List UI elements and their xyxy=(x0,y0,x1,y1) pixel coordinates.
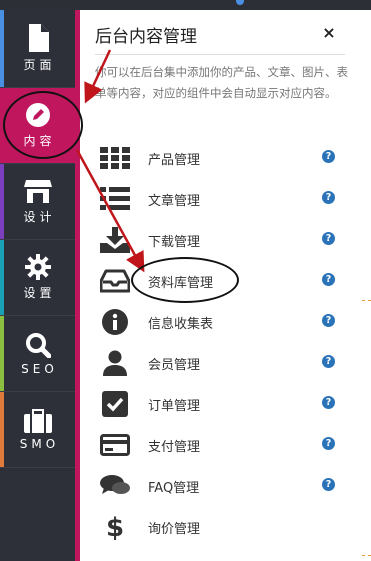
top-bar xyxy=(0,0,371,10)
sidebar-item-seo[interactable]: SEO xyxy=(0,316,75,392)
credit-card-icon xyxy=(100,431,130,459)
page-icon xyxy=(27,24,49,52)
help-icon[interactable]: ? xyxy=(322,478,335,491)
download-icon xyxy=(100,226,130,254)
help-icon[interactable]: ? xyxy=(322,437,335,450)
sidebar-item-design[interactable]: 设计 xyxy=(0,164,75,240)
info-icon xyxy=(100,308,130,336)
grid-icon xyxy=(100,144,130,172)
guide-line xyxy=(362,300,371,301)
sidebar-item-smo[interactable]: SMO xyxy=(0,392,75,468)
menu-item-articles[interactable]: 文章管理 ? xyxy=(80,179,362,220)
dollar-icon: $ xyxy=(100,513,130,541)
sidebar-item-label: SEO xyxy=(21,361,58,376)
highlight-ellipse xyxy=(131,257,239,303)
help-icon[interactable]: ? xyxy=(322,396,335,409)
sidebar-item-settings[interactable]: 设置 xyxy=(0,240,75,316)
menu-item-label: 会员管理 xyxy=(148,358,201,373)
help-icon[interactable]: ? xyxy=(322,314,335,327)
menu-item-label: 询价管理 xyxy=(148,522,201,537)
title-divider xyxy=(95,54,345,55)
checkbox-icon xyxy=(100,390,130,418)
help-icon[interactable]: ? xyxy=(322,273,335,286)
search-icon xyxy=(25,332,51,358)
help-icon[interactable]: ? xyxy=(322,232,335,245)
sidebar-item-page[interactable]: 页面 xyxy=(0,10,75,88)
highlight-ellipse xyxy=(3,91,83,159)
briefcase-icon xyxy=(23,408,52,433)
guide-line xyxy=(362,555,371,556)
menu-item-label: 订单管理 xyxy=(148,399,201,414)
panel-title: 后台内容管理 xyxy=(95,27,197,47)
page-scrollbar-track xyxy=(362,10,371,561)
menu-item-payments[interactable]: 支付管理 ? xyxy=(80,425,362,466)
sidebar-item-label: SMO xyxy=(19,436,60,451)
store-icon xyxy=(23,178,52,204)
menu-item-downloads[interactable]: 下载管理 ? xyxy=(80,220,362,261)
comments-icon xyxy=(100,472,130,500)
gear-icon xyxy=(24,254,51,280)
close-icon[interactable]: × xyxy=(320,24,338,42)
menu-item-orders[interactable]: 订单管理 ? xyxy=(80,384,362,425)
menu-item-label: 文章管理 xyxy=(148,194,201,209)
menu-item-label: FAQ管理 xyxy=(148,481,200,496)
panel-description: 你可以在后台集中添加你的产品、文章、图片、表单等内容，对应的组件中会自动显示对应… xyxy=(95,65,348,100)
list-icon xyxy=(100,185,130,213)
top-bar-indicator xyxy=(236,0,244,5)
inbox-icon xyxy=(100,267,130,295)
help-icon[interactable]: ? xyxy=(322,355,335,368)
menu-item-inquiries[interactable]: $ 询价管理 xyxy=(80,507,362,548)
sidebar-item-label: 页面 xyxy=(23,58,56,72)
menu-item-label: 支付管理 xyxy=(148,440,201,455)
svg-text:$: $ xyxy=(106,513,124,541)
menu-item-label: 下载管理 xyxy=(148,235,201,250)
sidebar-item-label: 设置 xyxy=(23,286,56,300)
menu-item-members[interactable]: 会员管理 ? xyxy=(80,343,362,384)
menu-item-label: 产品管理 xyxy=(148,153,201,168)
menu-item-products[interactable]: 产品管理 ? xyxy=(80,138,362,179)
menu-item-info-form[interactable]: 信息收集表 ? xyxy=(80,302,362,343)
help-icon[interactable]: ? xyxy=(322,191,335,204)
sidebar-item-label: 设计 xyxy=(23,210,56,224)
user-icon xyxy=(100,349,130,377)
menu-item-faq[interactable]: FAQ管理 ? xyxy=(80,466,362,507)
menu-item-label: 信息收集表 xyxy=(148,317,214,332)
help-icon[interactable]: ? xyxy=(322,150,335,163)
